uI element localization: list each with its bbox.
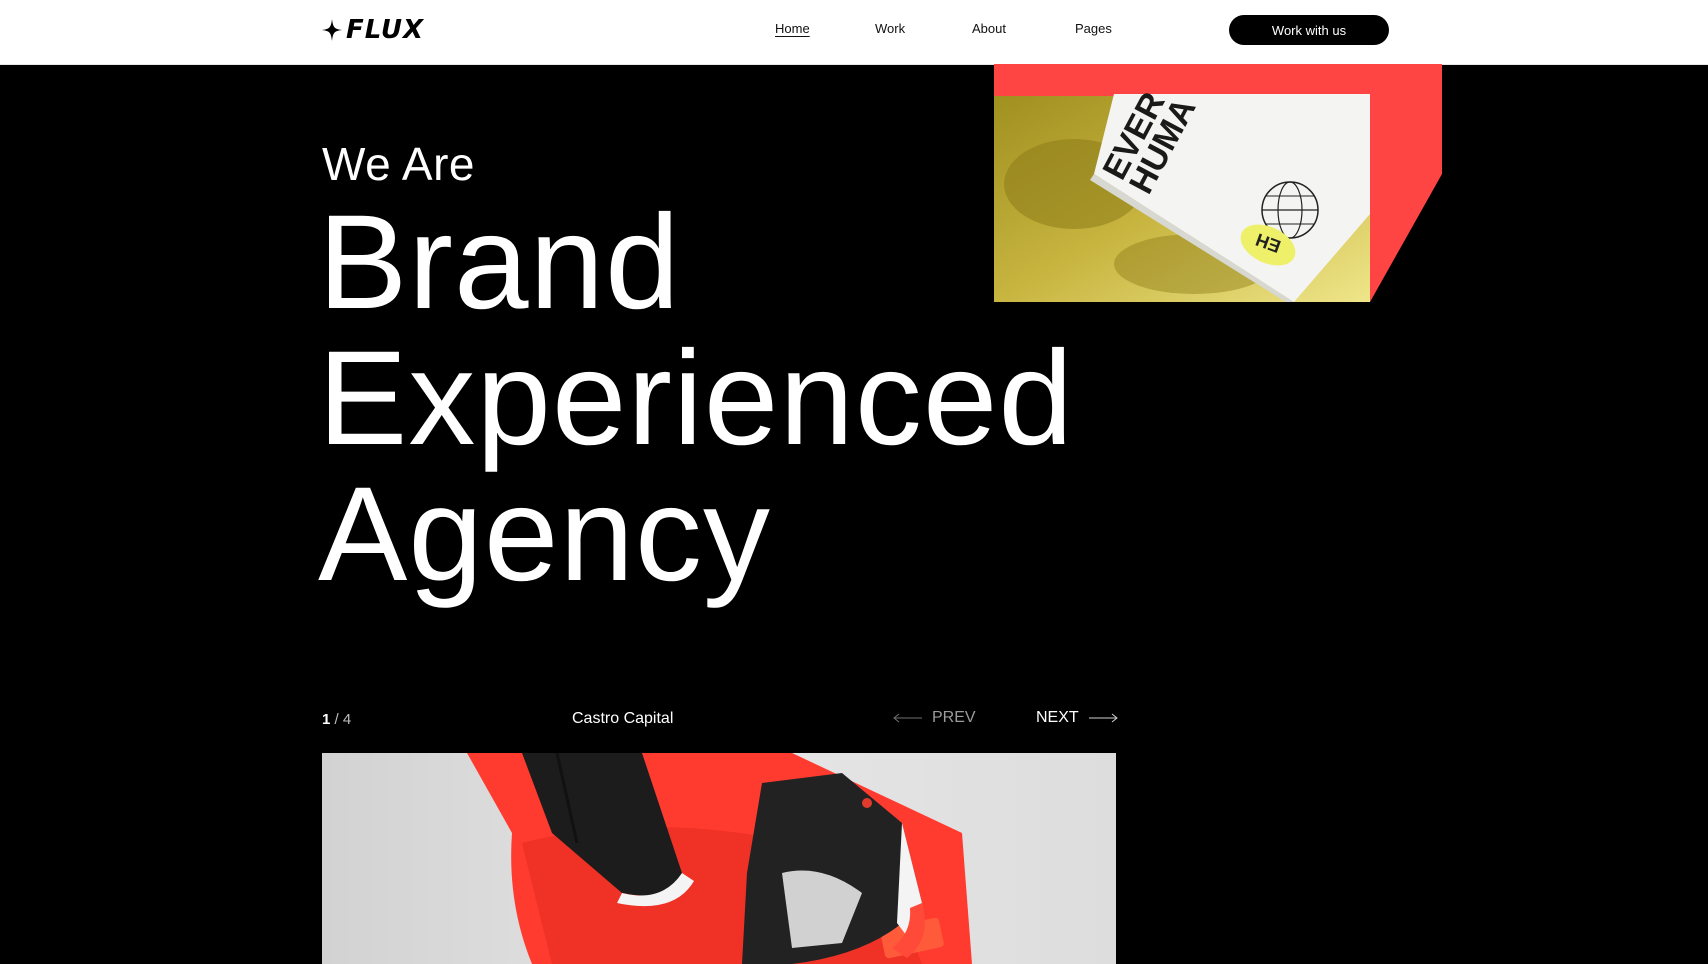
prev-button[interactable]: PREV <box>892 709 976 727</box>
sparkle-icon <box>322 19 342 41</box>
hero-headline: Brand Experienced Agency <box>318 195 1074 603</box>
slide-current: 1 <box>322 711 331 728</box>
prev-label: PREV <box>932 709 976 726</box>
work-with-us-button[interactable]: Work with us <box>1229 15 1389 45</box>
slide-separator: / <box>334 711 339 728</box>
next-button[interactable]: NEXT <box>1036 709 1119 727</box>
nav-about[interactable]: About <box>972 21 1006 36</box>
nav-pages[interactable]: Pages <box>1075 21 1112 36</box>
slide-image[interactable] <box>322 753 1116 964</box>
slide-title[interactable]: Castro Capital <box>572 710 673 728</box>
arrow-left-icon <box>893 713 922 723</box>
hero-eyebrow: We Are <box>322 138 475 190</box>
slide-total: 4 <box>342 711 352 728</box>
site-header: FLUX Home Work About Pages Work with us <box>0 0 1708 65</box>
logo-text: FLUX <box>346 15 425 45</box>
headline-line-2: Experienced <box>318 324 1074 473</box>
jumpman-logo-icon <box>862 798 872 808</box>
headline-line-1: Brand <box>318 188 681 337</box>
logo[interactable]: FLUX <box>322 15 425 45</box>
hero-image: EVER HUMA EH <box>994 64 1442 302</box>
next-label: NEXT <box>1036 709 1079 726</box>
arrow-right-icon <box>1088 713 1118 723</box>
nav-home[interactable]: Home <box>775 21 810 36</box>
headline-line-3: Agency <box>318 460 771 609</box>
nav-work[interactable]: Work <box>875 21 905 36</box>
slide-counter: 1 / 4 <box>322 711 351 728</box>
